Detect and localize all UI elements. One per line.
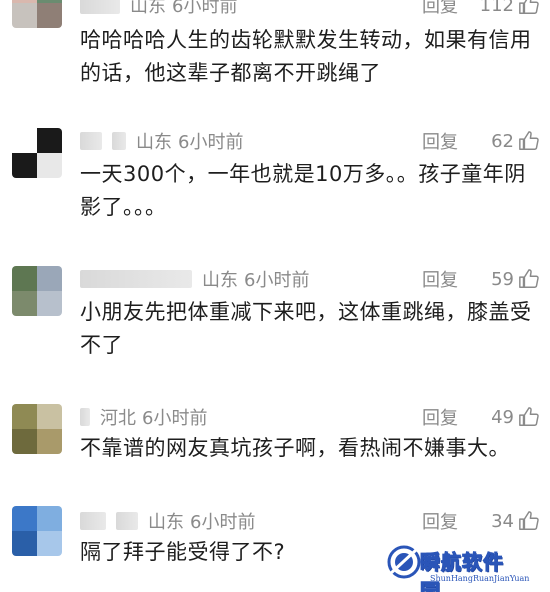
comment-meta: 山东 6小时前 回复 112: [80, 0, 540, 18]
thumbs-up-icon[interactable]: [518, 130, 540, 152]
watermark-subtitle: ShunHangRuanJianYuan: [430, 574, 530, 583]
thumbs-up-icon[interactable]: [518, 510, 540, 532]
like-count: 112: [479, 0, 514, 16]
thumbs-up-icon[interactable]: [518, 406, 540, 428]
comment-location: 河北: [100, 408, 136, 429]
comment-meta: 山东 6小时前 回复 59: [80, 266, 540, 292]
avatar[interactable]: [12, 404, 62, 454]
username-blurred: [112, 132, 126, 150]
avatar[interactable]: [12, 266, 62, 316]
like-count: 49: [491, 406, 514, 428]
comment-text: 不靠谱的网友真坑孩子啊，看热闹不嫌事大。: [80, 436, 510, 460]
comment-location: 山东: [130, 0, 166, 17]
like-count: 62: [491, 130, 514, 152]
comment-time: 6小时前: [244, 270, 310, 291]
avatar[interactable]: [12, 506, 62, 556]
comment-location: 山东: [202, 270, 238, 291]
comment-time: 6小时前: [190, 512, 256, 533]
comment-location: 山东: [136, 132, 172, 153]
comment-location: 山东: [148, 512, 184, 533]
thumbs-up-icon[interactable]: [518, 0, 540, 16]
comment-text: 哈哈哈哈人生的齿轮默默发生转动，如果有信用的话，他这辈子都离不开跳绳了: [80, 28, 532, 85]
username-blurred: [116, 512, 138, 530]
username-blurred: [80, 512, 106, 530]
reply-button[interactable]: 回复: [422, 404, 458, 430]
reply-button[interactable]: 回复: [422, 508, 458, 534]
comment-time: 6小时前: [178, 132, 244, 153]
reply-button[interactable]: 回复: [422, 266, 458, 292]
username-blurred: [80, 408, 90, 426]
watermark-title: 瞬航软件园: [420, 550, 504, 592]
username-blurred: [80, 132, 102, 150]
avatar[interactable]: [12, 128, 62, 178]
comment-time: 6小时前: [142, 408, 208, 429]
reply-button[interactable]: 回复: [422, 0, 458, 18]
thumbs-up-icon[interactable]: [518, 268, 540, 290]
watermark-logo-icon: [387, 545, 421, 579]
comment-meta: 山东 6小时前 回复 34: [80, 508, 540, 534]
like-count: 59: [491, 268, 514, 290]
comment-time: 6小时前: [172, 0, 238, 17]
comment-text: 小朋友先把体重减下来吧，这体重跳绳，膝盖受不了: [80, 300, 532, 357]
watermark: 瞬航软件园 ShunHangRuanJianYuan: [386, 544, 529, 592]
username-blurred: [80, 270, 192, 288]
like-count: 34: [491, 510, 514, 532]
comment-meta: 山东 6小时前 回复 62: [80, 128, 540, 154]
avatar[interactable]: [12, 0, 62, 28]
username-blurred: [80, 0, 120, 14]
comment-text: 一天300个，一年也就是10万多。。孩子童年阴影了。。。: [80, 162, 526, 219]
reply-button[interactable]: 回复: [422, 128, 458, 154]
comment-meta: 河北 6小时前 回复 49: [80, 404, 540, 430]
